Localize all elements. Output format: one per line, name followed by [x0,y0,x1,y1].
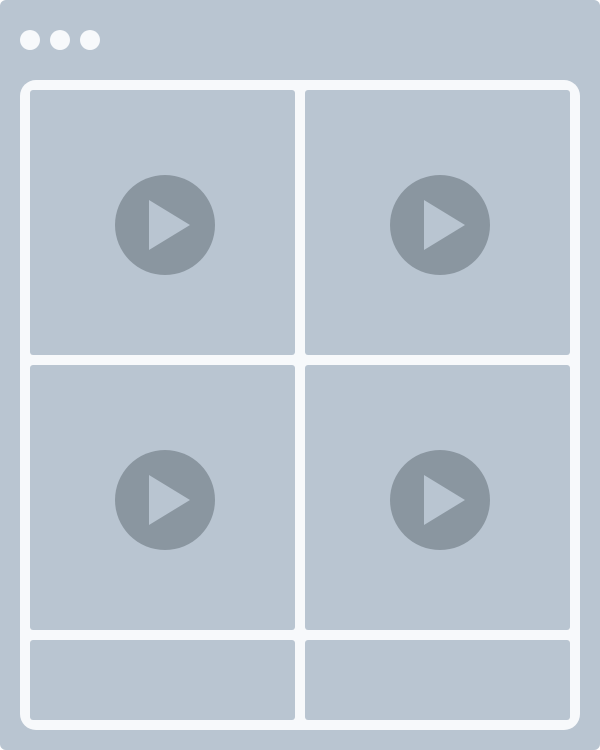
video-grid [20,80,580,730]
video-tile-4[interactable] [305,365,570,630]
play-icon [149,475,190,525]
play-button[interactable] [115,450,215,550]
window-titlebar [0,0,600,80]
play-button[interactable] [390,175,490,275]
window-control-dot-1[interactable] [20,30,40,50]
play-icon [424,475,465,525]
browser-window [0,0,600,750]
play-icon [149,200,190,250]
window-control-dot-3[interactable] [80,30,100,50]
play-button[interactable] [115,175,215,275]
video-tile-2[interactable] [305,90,570,355]
caption-tile-1 [30,640,295,720]
play-button[interactable] [390,450,490,550]
caption-tile-2 [305,640,570,720]
window-control-dot-2[interactable] [50,30,70,50]
video-tile-1[interactable] [30,90,295,355]
play-icon [424,200,465,250]
video-tile-3[interactable] [30,365,295,630]
